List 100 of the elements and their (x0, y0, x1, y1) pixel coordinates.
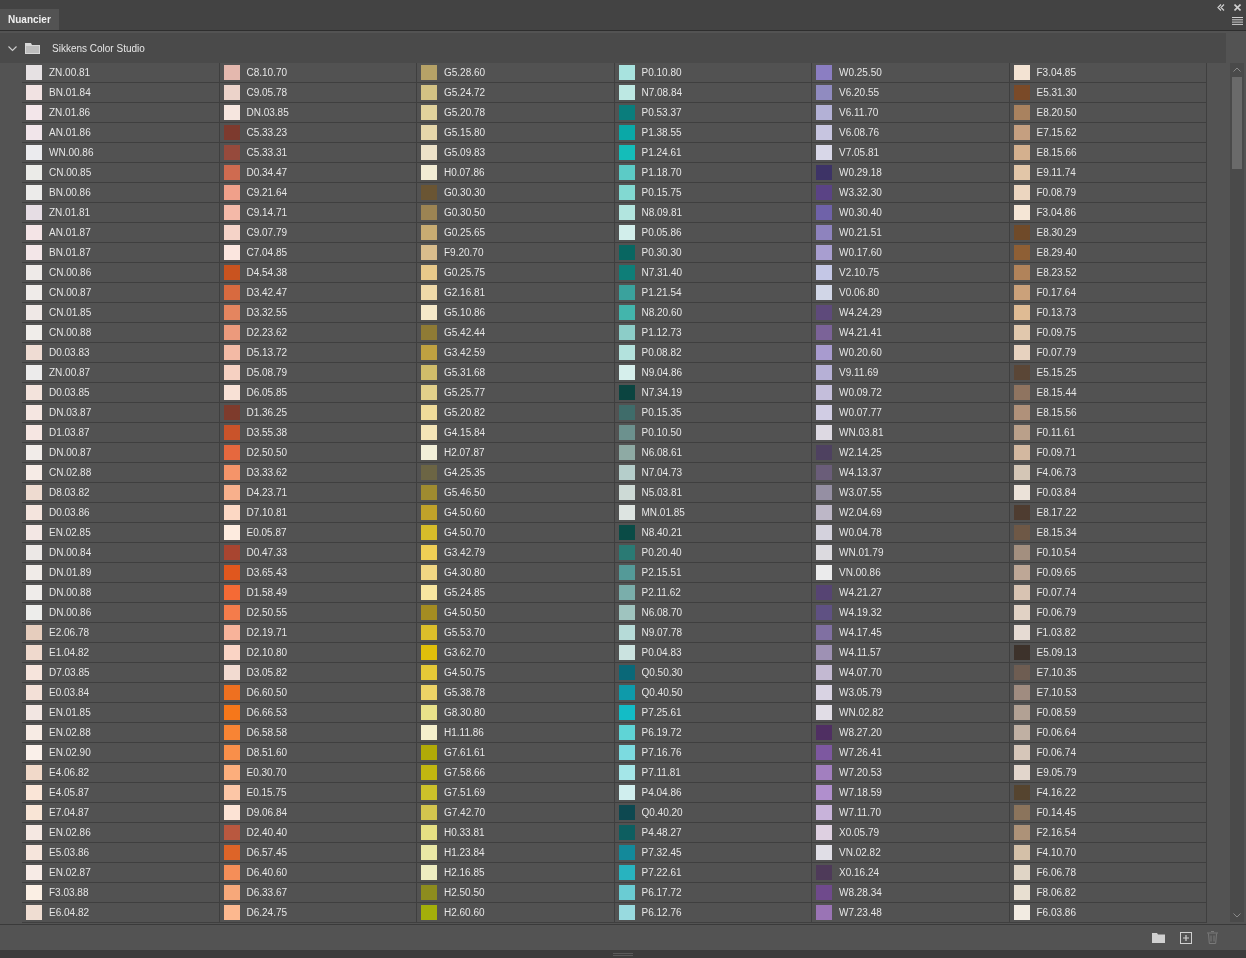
swatch-item[interactable]: W3.32.30 (812, 183, 1010, 203)
swatch-item[interactable]: G0.30.50 (417, 203, 615, 223)
swatch-item[interactable]: CN.00.85 (22, 163, 220, 183)
swatch-item[interactable]: C5.33.31 (219, 143, 417, 163)
swatch-item[interactable]: W2.04.69 (812, 503, 1010, 523)
swatch-item[interactable]: E9.05.79 (1009, 763, 1207, 783)
panel-tab[interactable]: Nuancier (0, 9, 59, 30)
add-icon[interactable] (1180, 931, 1192, 944)
swatch-item[interactable]: W7.18.59 (812, 783, 1010, 803)
swatch-item[interactable]: H2.60.60 (417, 903, 615, 923)
swatch-item[interactable]: P0.10.80 (614, 63, 812, 83)
swatch-item[interactable]: VN.00.86 (812, 563, 1010, 583)
swatch-item[interactable]: WN.02.82 (812, 703, 1010, 723)
swatch-item[interactable]: F0.10.54 (1009, 543, 1207, 563)
swatch-item[interactable]: W3.05.79 (812, 683, 1010, 703)
swatch-item[interactable]: C9.07.79 (219, 223, 417, 243)
swatch-item[interactable]: G5.42.44 (417, 323, 615, 343)
swatch-item[interactable]: CN.01.85 (22, 303, 220, 323)
swatch-item[interactable]: E8.30.29 (1009, 223, 1207, 243)
swatch-item[interactable]: D6.05.85 (219, 383, 417, 403)
swatch-item[interactable]: W7.26.41 (812, 743, 1010, 763)
swatch-item[interactable]: H2.16.85 (417, 863, 615, 883)
swatch-item[interactable]: C5.33.23 (219, 123, 417, 143)
swatch-item[interactable]: W0.25.50 (812, 63, 1010, 83)
swatch-item[interactable]: C9.05.78 (219, 83, 417, 103)
swatch-item[interactable]: G5.15.80 (417, 123, 615, 143)
swatch-item[interactable]: E8.15.34 (1009, 523, 1207, 543)
swatch-item[interactable]: W7.20.53 (812, 763, 1010, 783)
swatch-item[interactable]: D6.40.60 (219, 863, 417, 883)
swatch-item[interactable]: D0.03.85 (22, 383, 220, 403)
swatch-item[interactable]: DN.03.87 (22, 403, 220, 423)
swatch-item[interactable]: D7.10.81 (219, 503, 417, 523)
swatch-item[interactable]: W4.24.29 (812, 303, 1010, 323)
swatch-item[interactable]: G7.42.70 (417, 803, 615, 823)
swatch-item[interactable]: EN.02.87 (22, 863, 220, 883)
swatch-item[interactable]: F6.03.86 (1009, 903, 1207, 923)
swatch-item[interactable]: E5.31.30 (1009, 83, 1207, 103)
swatch-item[interactable]: P6.17.72 (614, 883, 812, 903)
swatch-item[interactable]: ZN.01.86 (22, 103, 220, 123)
swatch-item[interactable]: E1.04.82 (22, 643, 220, 663)
swatch-item[interactable]: P2.11.62 (614, 583, 812, 603)
swatch-item[interactable]: W0.07.77 (812, 403, 1010, 423)
swatch-item[interactable]: E0.05.87 (219, 523, 417, 543)
swatch-item[interactable]: P0.53.37 (614, 103, 812, 123)
swatch-item[interactable]: X0.05.79 (812, 823, 1010, 843)
swatch-item[interactable]: D2.50.50 (219, 443, 417, 463)
swatch-item[interactable]: C7.04.85 (219, 243, 417, 263)
swatch-item[interactable]: G5.24.72 (417, 83, 615, 103)
swatch-item[interactable]: E7.10.35 (1009, 663, 1207, 683)
swatch-item[interactable]: G4.50.70 (417, 523, 615, 543)
swatch-item[interactable]: ZN.00.87 (22, 363, 220, 383)
swatch-item[interactable]: E8.23.52 (1009, 263, 1207, 283)
swatch-item[interactable]: G5.20.82 (417, 403, 615, 423)
swatch-item[interactable]: E7.15.62 (1009, 123, 1207, 143)
swatch-item[interactable]: W2.14.25 (812, 443, 1010, 463)
swatch-item[interactable]: DN.00.88 (22, 583, 220, 603)
swatch-item[interactable]: N7.34.19 (614, 383, 812, 403)
swatch-item[interactable]: P7.32.45 (614, 843, 812, 863)
swatch-item[interactable]: C8.10.70 (219, 63, 417, 83)
swatch-item[interactable]: F0.08.59 (1009, 703, 1207, 723)
swatch-item[interactable]: G4.30.80 (417, 563, 615, 583)
swatch-item[interactable]: V9.11.69 (812, 363, 1010, 383)
swatch-item[interactable]: P1.24.61 (614, 143, 812, 163)
swatch-item[interactable]: W0.09.72 (812, 383, 1010, 403)
swatch-item[interactable]: P0.20.40 (614, 543, 812, 563)
swatch-item[interactable]: CN.02.88 (22, 463, 220, 483)
swatch-item[interactable]: E7.10.53 (1009, 683, 1207, 703)
swatch-item[interactable]: G5.10.86 (417, 303, 615, 323)
scrollbar[interactable] (1230, 63, 1244, 922)
swatch-item[interactable]: W4.21.41 (812, 323, 1010, 343)
swatch-item[interactable]: BN.01.84 (22, 83, 220, 103)
menu-icon[interactable] (1232, 17, 1243, 25)
swatch-item[interactable]: F0.08.79 (1009, 183, 1207, 203)
swatch-item[interactable]: N6.08.70 (614, 603, 812, 623)
swatch-item[interactable]: D2.40.40 (219, 823, 417, 843)
swatch-item[interactable]: N5.03.81 (614, 483, 812, 503)
swatch-item[interactable]: N9.07.78 (614, 623, 812, 643)
swatch-item[interactable]: D3.33.62 (219, 463, 417, 483)
swatch-item[interactable]: G7.58.66 (417, 763, 615, 783)
swatch-item[interactable]: D1.36.25 (219, 403, 417, 423)
swatch-item[interactable]: E9.11.74 (1009, 163, 1207, 183)
swatch-item[interactable]: E8.29.40 (1009, 243, 1207, 263)
swatch-item[interactable]: EN.02.86 (22, 823, 220, 843)
swatch-item[interactable]: W0.29.18 (812, 163, 1010, 183)
swatch-item[interactable]: N9.04.86 (614, 363, 812, 383)
swatch-item[interactable]: W3.07.55 (812, 483, 1010, 503)
swatch-item[interactable]: E8.20.50 (1009, 103, 1207, 123)
swatch-item[interactable]: BN.00.86 (22, 183, 220, 203)
swatch-item[interactable]: P0.05.86 (614, 223, 812, 243)
swatch-item[interactable]: G5.53.70 (417, 623, 615, 643)
close-icon[interactable] (1234, 4, 1241, 11)
swatch-item[interactable]: E0.30.70 (219, 763, 417, 783)
swatch-item[interactable]: G0.30.30 (417, 183, 615, 203)
swatch-item[interactable]: P0.10.50 (614, 423, 812, 443)
swatch-item[interactable]: P6.12.76 (614, 903, 812, 923)
swatch-item[interactable]: EN.02.85 (22, 523, 220, 543)
swatch-item[interactable]: D3.05.82 (219, 663, 417, 683)
swatch-item[interactable]: F4.10.70 (1009, 843, 1207, 863)
swatch-item[interactable]: V0.06.80 (812, 283, 1010, 303)
swatch-item[interactable]: Q0.40.20 (614, 803, 812, 823)
